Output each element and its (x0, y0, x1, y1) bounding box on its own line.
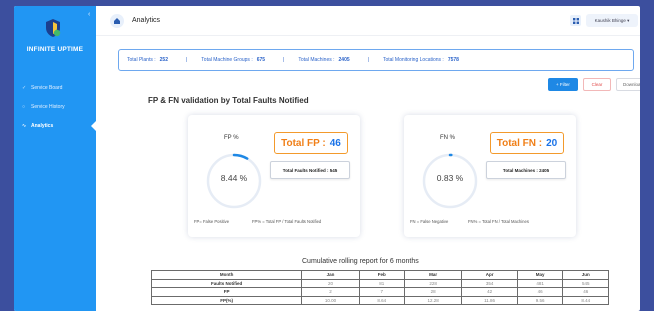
logo: INFINITE UPTIME (14, 12, 96, 60)
table-cell: 20 (301, 278, 360, 288)
table-cell: 46 (516, 287, 564, 297)
summary-bar: Total Plants : 252 | Total Machine Group… (118, 49, 634, 71)
rolling-report-title: Cumulative rolling report for 6 months (302, 258, 419, 265)
fp-legend: FP= False Positive (194, 219, 230, 224)
home-button[interactable] (110, 13, 124, 28)
total-fn-value: 20 (546, 137, 558, 149)
column-header: Feb (358, 270, 406, 280)
summary-label: Total Plants : (127, 57, 156, 63)
chevron-left-icon[interactable]: ‹ (88, 11, 90, 18)
row-label: FP(%) (150, 295, 303, 305)
summary-value: 2405 (338, 57, 350, 63)
summary-label: Total Monitoring Locations : (382, 57, 444, 63)
sidebar-item-analytics[interactable]: ∿ Analytics (14, 116, 97, 135)
total-fp-value: 46 (329, 137, 341, 149)
check-icon: ✓ (22, 84, 27, 91)
fp-formula: FP% = Total FP / Total Faults Notified (252, 219, 322, 224)
total-faults-notified: Total Faults Notified : 545 (270, 161, 350, 179)
sidebar-item-service-board[interactable]: ✓ Service Board (14, 78, 96, 97)
table-row: FP(%) 10.00 8.64 12.28 11.86 9.56 8.44 (150, 295, 609, 305)
table-cell: 481 (516, 278, 564, 288)
table-cell: 28 (404, 287, 463, 297)
sidebar-item-label: Service History (31, 103, 65, 110)
fn-percent-label: FN % (440, 135, 455, 141)
chart-icon: ∿ (22, 122, 27, 129)
table-cell: 8.64 (358, 295, 406, 305)
summary-value: 675 (256, 57, 266, 63)
sidebar-item-label: Analytics (31, 122, 54, 129)
fn-card: FN % 0.83 % Total FN : 20 Total Machines… (404, 115, 576, 237)
table-cell: 81 (358, 278, 406, 288)
separator: | (367, 57, 369, 63)
table-cell: 12.28 (404, 295, 463, 305)
table-cell: 354 (461, 278, 518, 288)
brand-name: INFINITE UPTIME (26, 46, 84, 53)
table-cell: 42 (461, 287, 518, 297)
summary-value: 252 (159, 57, 168, 63)
total-fn-label: Total FN : (496, 137, 543, 149)
fn-percent-value: 0.83 % (436, 173, 464, 183)
topbar: Analytics Kaushik Bhinge ▾ (96, 6, 640, 36)
filter-button[interactable]: + Filter (548, 78, 578, 91)
table-cell: 11.86 (461, 295, 518, 305)
sidebar-nav: ✓ Service Board ○ Service History ∿ Anal… (14, 78, 97, 135)
sidebar-item-label: Service Board (31, 84, 63, 91)
home-icon (114, 17, 120, 24)
column-header: May (516, 270, 564, 280)
table-row: FP 2 7 28 42 46 46 (150, 287, 609, 297)
table-cell: 8.44 (562, 295, 609, 305)
fp-card: FP % 8.44 % Total FP : 46 Total Faults N… (188, 115, 360, 237)
app-window: INFINITE UPTIME ‹ ✓ Service Board ○ Serv… (14, 6, 640, 311)
table-cell: 10.00 (301, 295, 360, 305)
section-title: FP & FN validation by Total Faults Notif… (148, 96, 309, 105)
table-cell: 46 (562, 287, 609, 297)
row-label: FP (150, 287, 303, 297)
user-menu[interactable]: Kaushik Bhinge ▾ (586, 14, 638, 27)
table-header-row: Month Jan Feb Mar Apr May Jun (150, 270, 609, 280)
table-cell: 545 (562, 278, 609, 288)
clear-button[interactable]: Clear (583, 78, 611, 91)
summary-value: 7578 (447, 57, 459, 63)
circle-icon: ○ (22, 103, 26, 110)
page-title: Analytics (132, 17, 161, 24)
fn-formula: FN% = Total FN / Total Machines (468, 219, 529, 224)
table-cell: 2 (301, 287, 360, 297)
separator: | (185, 57, 188, 63)
summary-label: Total Machines : (298, 57, 335, 63)
shield-logo-icon (46, 19, 61, 37)
total-fn-box: Total FN : 20 (490, 132, 564, 154)
column-header: Month (150, 270, 303, 280)
grid-icon (572, 17, 579, 24)
rolling-report-table: Month Jan Feb Mar Apr May Jun Faults Not… (150, 270, 609, 305)
total-fp-box: Total FP : 46 (274, 132, 348, 154)
total-fp-label: Total FP : (281, 137, 326, 149)
fp-percent-label: FP % (224, 135, 239, 141)
table-row: Faults Notified 20 81 228 354 481 545 (150, 278, 609, 288)
row-label: Faults Notified (150, 278, 303, 288)
fp-percent-value: 8.44 % (220, 173, 248, 183)
total-machines: Total Machines : 2405 (486, 161, 566, 179)
summary-label: Total Machine Groups : (201, 57, 253, 63)
fn-legend: FN = False Negative (410, 219, 449, 224)
column-header: Mar (404, 270, 463, 280)
separator: | (283, 57, 285, 63)
table-cell: 7 (358, 287, 406, 297)
table-cell: 228 (404, 278, 463, 288)
column-header: Jun (562, 270, 609, 280)
download-button[interactable]: Download (616, 78, 640, 91)
column-header: Apr (461, 270, 518, 280)
table-cell: 9.56 (516, 295, 564, 305)
apps-button[interactable] (570, 15, 581, 26)
action-bar: + Filter Clear Download (548, 78, 640, 91)
column-header: Jan (301, 270, 360, 280)
sidebar-item-service-history[interactable]: ○ Service History (14, 97, 96, 116)
sidebar: INFINITE UPTIME ‹ ✓ Service Board ○ Serv… (14, 6, 97, 311)
